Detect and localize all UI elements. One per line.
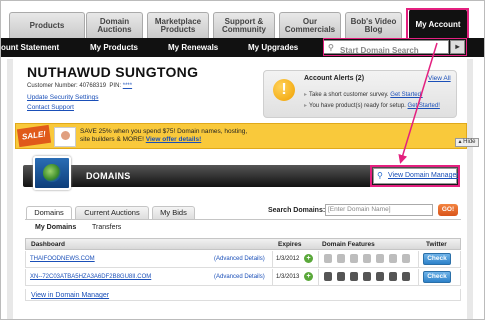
promo-line-2-text: site builders & MORE! <box>80 136 144 143</box>
feature-bulb-icon[interactable] <box>337 272 345 281</box>
expires-date: 1/3/2013 <box>276 274 300 280</box>
domains-table-header: Dashboard Expires Domain Features Twitte… <box>25 238 461 250</box>
alert-get-started-link[interactable]: Get Started! <box>408 103 440 109</box>
search-domains-input[interactable]: [Enter Domain Name] <box>325 204 433 216</box>
account-alerts-panel: ! Account Alerts (2) View All ▸ Take a sh… <box>263 70 457 118</box>
table-row: XN--72C03ATBA5HZA3A6DF2B8GU8II.COM (Adva… <box>25 269 461 286</box>
feature-lock-icon[interactable] <box>324 254 332 263</box>
tab-domains[interactable]: Domains <box>26 206 72 220</box>
feature-email-icon[interactable] <box>350 254 358 263</box>
renew-plus-icon[interactable]: + <box>304 272 313 281</box>
search-highlight <box>323 38 467 56</box>
alerts-title: Account Alerts (2) <box>304 75 365 82</box>
subnav-my-renewals[interactable]: My Renewals <box>168 43 218 52</box>
feature-web-icon[interactable] <box>363 272 371 281</box>
subnav-account-statement[interactable]: ount Statement <box>1 43 59 52</box>
twitter-check-button[interactable]: Check <box>423 253 451 265</box>
domain-manager-highlight <box>370 165 460 187</box>
tabs-divider <box>25 219 461 220</box>
bullet-icon: ▸ <box>304 92 308 98</box>
tab-domain-auctions[interactable]: Domain Auctions <box>86 12 143 39</box>
tab-products[interactable]: Products <box>9 12 85 39</box>
col-expires: Expires <box>278 241 302 248</box>
go-button[interactable]: GO! <box>438 204 458 216</box>
feature-person-icon[interactable] <box>376 272 384 281</box>
alert-text: You have product(s) ready for setup. <box>309 103 406 109</box>
contact-support-link[interactable]: Contact Support <box>27 104 74 111</box>
update-security-link[interactable]: Update Security Settings <box>27 94 99 101</box>
promo-person-image <box>54 127 76 147</box>
subnav-my-products[interactable]: My Products <box>90 43 138 52</box>
renew-plus-icon[interactable]: + <box>304 254 313 263</box>
hide-label: Hide <box>463 139 476 145</box>
column-divider <box>272 251 273 267</box>
page-frame: Products Domain Auctions Marketplace Pro… <box>0 0 485 320</box>
alert-item: ▸ Take a short customer survey. Get Start… <box>304 91 423 98</box>
account-holder-name: NUTHAWUD SUNGTONG <box>27 64 199 80</box>
promo-offer-link[interactable]: View offer details! <box>146 136 202 143</box>
column-divider <box>318 251 319 267</box>
column-divider <box>272 269 273 285</box>
globe-icon <box>33 156 71 190</box>
twitter-check-button[interactable]: Check <box>423 271 451 283</box>
promo-banner: SALE! SAVE 25% when you spend $75! Domai… <box>15 123 479 149</box>
tab-our-commercials[interactable]: Our Commercials <box>279 12 341 39</box>
promo-text: SAVE 25% when you spend $75! Domain name… <box>80 128 247 144</box>
advanced-details-link[interactable]: (Advanced Details) <box>214 274 265 280</box>
subtab-transfers[interactable]: Transfers <box>92 224 121 231</box>
bullet-icon: ▸ <box>304 103 308 109</box>
feature-cart-icon[interactable] <box>402 272 410 281</box>
domain-name-link[interactable]: THAIFOODNEWS.COM <box>30 256 95 262</box>
pin-label: PIN: <box>109 83 122 89</box>
hide-promo-button[interactable]: ▴ Hide <box>455 138 479 147</box>
tab-marketplace-products[interactable]: Marketplace Products <box>147 12 209 39</box>
promo-line-1: SAVE 25% when you spend $75! Domain name… <box>80 128 248 135</box>
feature-lock-icon[interactable] <box>324 272 332 281</box>
table-row: THAIFOODNEWS.COM (Advanced Details) 1/3/… <box>25 251 461 268</box>
tab-support-community[interactable]: Support & Community <box>213 12 275 39</box>
promo-line-2: site builders & MORE! View offer details… <box>80 136 247 144</box>
feature-shield-icon[interactable] <box>389 272 397 281</box>
feature-person-icon[interactable] <box>376 254 384 263</box>
col-dashboard: Dashboard <box>31 241 65 248</box>
tab-bobs-video-blog[interactable]: Bob's Video Blog <box>345 12 402 39</box>
customer-number: 40768319 <box>79 83 107 89</box>
pin-value[interactable]: **** <box>123 83 132 89</box>
feature-shield-icon[interactable] <box>389 254 397 263</box>
feature-cart-icon[interactable] <box>402 254 410 263</box>
column-divider <box>318 269 319 285</box>
customer-number-label: Customer Number: <box>27 83 78 89</box>
view-in-domain-manager-link[interactable]: View in Domain Manager <box>31 292 109 299</box>
domain-name-link[interactable]: XN--72C03ATBA5HZA3A6DF2B8GU8II.COM <box>30 274 151 280</box>
right-margin-bar <box>467 59 473 319</box>
col-twitter: Twitter <box>426 241 447 248</box>
column-divider <box>418 269 419 285</box>
left-margin-bar <box>7 59 13 319</box>
feature-bulb-icon[interactable] <box>337 254 345 263</box>
subtab-my-domains[interactable]: My Domains <box>35 224 76 231</box>
column-divider <box>418 251 419 267</box>
expires-date: 1/3/2012 <box>276 256 300 262</box>
advanced-details-link[interactable]: (Advanced Details) <box>214 256 265 262</box>
tab-current-auctions[interactable]: Current Auctions <box>75 206 149 219</box>
subnav-my-upgrades[interactable]: My Upgrades <box>248 43 298 52</box>
feature-web-icon[interactable] <box>363 254 371 263</box>
sale-badge: SALE! <box>16 124 52 148</box>
alert-get-started-link[interactable]: Get Started! <box>390 92 422 98</box>
customer-number-line: Customer Number: 40768319 PIN: **** <box>27 83 132 89</box>
col-domain-features: Domain Features <box>322 241 375 248</box>
alert-item: ▸ You have product(s) ready for setup. Ge… <box>304 102 440 109</box>
domains-title: DOMAINS <box>86 171 131 181</box>
tab-my-bids[interactable]: My Bids <box>152 206 195 219</box>
alerts-view-all-link[interactable]: View All <box>428 75 451 82</box>
warning-icon: ! <box>273 79 295 101</box>
feature-email-icon[interactable] <box>350 272 358 281</box>
alert-text: Take a short customer survey. <box>309 92 389 98</box>
my-account-highlight <box>406 8 469 42</box>
search-domains-label: Search Domains: <box>268 207 326 214</box>
